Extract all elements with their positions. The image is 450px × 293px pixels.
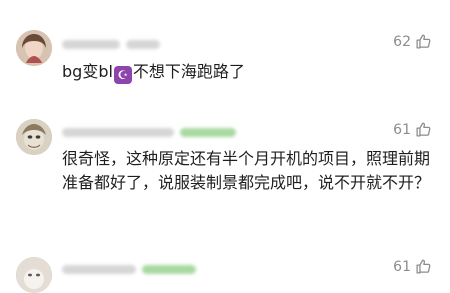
comment-text-part: 不想下海跑路了 [132, 62, 245, 81]
username[interactable] [62, 39, 120, 49]
comment-item: 61 很奇怪，这种原定还有半个月开机的项目，照理前期准备都好了，说服装制景都完成… [0, 105, 450, 247]
comment-meta [62, 262, 196, 276]
username[interactable] [62, 127, 174, 137]
comment-text-part: bg变bl [62, 62, 113, 81]
avatar-image [16, 257, 52, 293]
timestamp [126, 39, 160, 49]
like-count: 62 [393, 33, 411, 50]
comment-item: 62 bg变bl ☪ 不想下海跑路了 [0, 0, 450, 105]
comment-text: bg变bl ☪ 不想下海跑路了 [62, 60, 434, 84]
username[interactable] [62, 264, 136, 274]
user-badge [142, 264, 196, 274]
avatar-image [16, 119, 52, 155]
comment-meta [62, 125, 236, 139]
avatar[interactable] [16, 30, 52, 66]
thumbs-up-icon [415, 121, 432, 138]
like-count: 61 [393, 258, 411, 275]
like-button[interactable]: 61 [393, 258, 432, 275]
comment-text: 很奇怪，这种原定还有半个月开机的项目，照理前期准备都好了，说服装制景都完成吧，说… [62, 149, 431, 192]
avatar[interactable] [16, 257, 52, 293]
avatar-image [16, 30, 52, 66]
comment-item: 61 [0, 247, 450, 293]
like-button[interactable]: 61 [393, 121, 432, 138]
avatar[interactable] [16, 119, 52, 155]
user-badge [180, 127, 236, 137]
thumbs-up-icon [415, 258, 432, 275]
like-count: 61 [393, 121, 411, 138]
like-button[interactable]: 62 [393, 33, 432, 50]
emoji-badge: ☪ [113, 66, 132, 84]
thumbs-up-icon [415, 33, 432, 50]
comment-meta [62, 37, 160, 51]
